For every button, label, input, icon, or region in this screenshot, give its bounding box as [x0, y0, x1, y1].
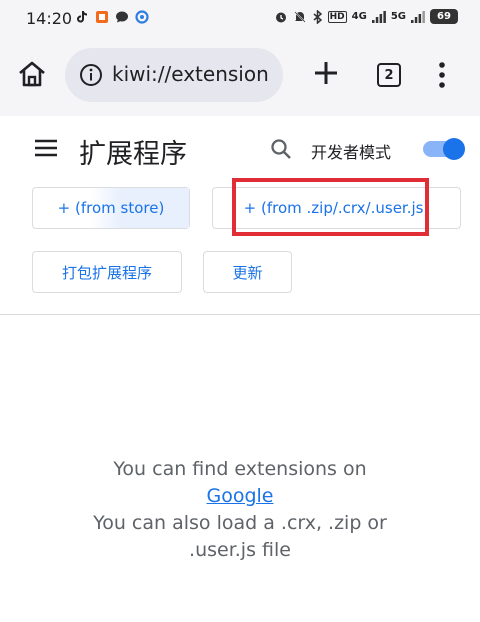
pack-extension-label: 打包扩展程序 [61, 263, 152, 282]
update-button[interactable]: 更新 [203, 251, 292, 293]
info-icon[interactable] [79, 63, 103, 87]
alarm-icon [275, 12, 286, 22]
screen: 14:20 HD 4G 5G 69 kiwi://extension 2 扩展程… [0, 0, 480, 622]
tiktok-icon [77, 11, 88, 23]
divider [0, 314, 480, 315]
url-bar[interactable]: kiwi://extension [65, 48, 283, 102]
new-tab-icon[interactable] [311, 58, 341, 88]
add-from-store-label: + (from store) [57, 199, 165, 217]
more-options-icon[interactable] [432, 60, 452, 90]
browser-toolbar: kiwi://extension 2 [0, 36, 480, 116]
network-4g-label: 4G [351, 11, 367, 22]
pack-extension-button[interactable]: 打包扩展程序 [32, 251, 182, 293]
browser-notification-icon [135, 10, 149, 24]
tab-switcher-button[interactable]: 2 [377, 63, 401, 87]
status-bar: 14:20 HD 4G 5G 69 [0, 0, 480, 36]
signal-icon-2 [411, 10, 425, 23]
empty-state-line2: You can also load a .crx, .zip or [93, 512, 387, 534]
status-time: 14:20 [26, 9, 73, 28]
developer-mode-label: 开发者模式 [311, 143, 392, 162]
mute-icon [294, 10, 306, 23]
url-text[interactable]: kiwi://extension [112, 62, 269, 86]
network-5g-label: 5G [390, 11, 406, 22]
battery-indicator: 69 [430, 9, 458, 24]
google-link[interactable]: Google [206, 485, 273, 507]
home-icon[interactable] [14, 56, 50, 92]
developer-mode-toggle[interactable] [423, 138, 465, 160]
bluetooth-icon [313, 9, 322, 24]
update-label: 更新 [232, 263, 263, 282]
search-icon[interactable] [270, 138, 292, 160]
notification-icons [75, 10, 149, 24]
highlight-annotation [232, 178, 429, 236]
empty-state-line1: You can find extensions on [113, 458, 367, 480]
message-icon [116, 11, 128, 23]
hamburger-menu-icon[interactable] [34, 138, 58, 158]
page-title: 扩展程序 [79, 139, 187, 170]
signal-icon [371, 10, 386, 23]
toggle-knob [443, 138, 465, 160]
hd-badge: HD [327, 10, 347, 23]
add-from-store-button[interactable]: + (from store) [32, 187, 190, 229]
extensions-header: 扩展程序 开发者模式 [0, 116, 480, 180]
empty-state-line3: .user.js file [189, 539, 291, 561]
app-notification-icon [96, 11, 108, 23]
system-status-icons: HD 4G 5G 69 [274, 9, 458, 24]
empty-state-message: You can find extensions on Google You ca… [0, 456, 480, 564]
